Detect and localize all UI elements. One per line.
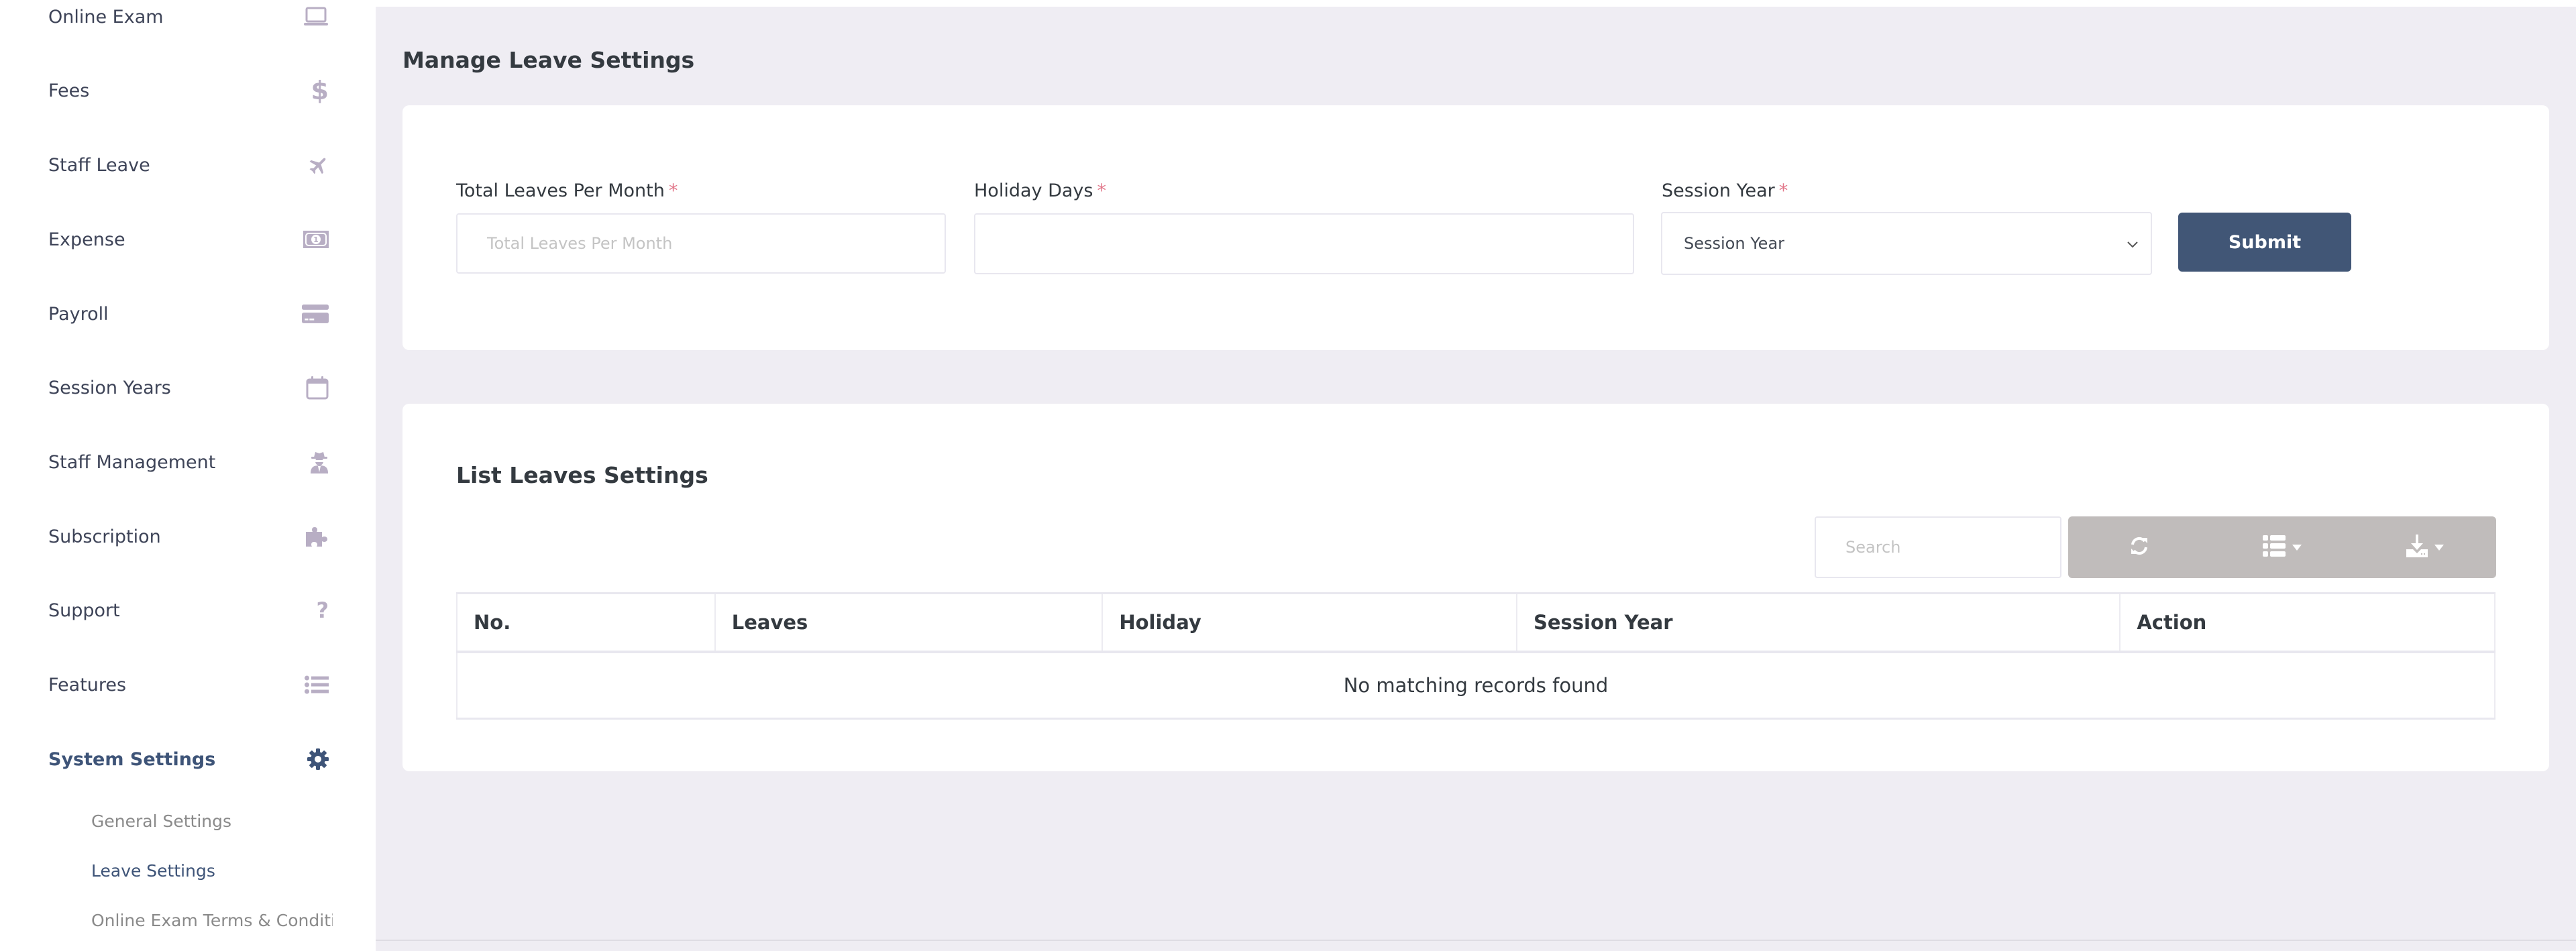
holiday-days-label: Holiday Days * (974, 180, 1106, 201)
column-header-leaves[interactable]: Leaves (714, 592, 1104, 653)
sidebar-item-fees[interactable]: Fees $ (48, 70, 329, 111)
sidebar-item-features[interactable]: Features (48, 665, 329, 705)
list-icon (302, 671, 329, 698)
user-secret-icon (302, 449, 329, 475)
total-leaves-input[interactable] (456, 213, 946, 274)
question-icon: ? (316, 598, 329, 623)
column-header-holiday[interactable]: Holiday (1102, 592, 1517, 653)
table-row: No matching records found (456, 651, 2496, 720)
svg-text:1: 1 (313, 235, 319, 244)
leave-settings-table: No. Leaves Holiday Session Year Action N… (456, 592, 2496, 720)
required-marker: * (1097, 180, 1106, 201)
sidebar-item-online-exam[interactable]: Online Exam (48, 0, 329, 37)
export-button[interactable] (2353, 516, 2496, 578)
required-marker: * (668, 180, 678, 201)
columns-list-icon (2263, 535, 2286, 559)
credit-card-icon (302, 300, 329, 327)
session-year-selected-value: Session Year (1684, 234, 1785, 253)
total-leaves-label-text: Total Leaves Per Month (456, 180, 665, 201)
sidebar-item-label: Payroll (48, 303, 109, 325)
sidebar-subitem-online-exam-terms[interactable]: Online Exam Terms & Conditic (91, 903, 333, 937)
plane-icon (302, 152, 329, 178)
puzzle-icon (302, 523, 329, 550)
empty-table-message: No matching records found (456, 651, 2496, 720)
caret-down-icon (2434, 544, 2444, 551)
download-icon (2406, 535, 2428, 560)
sidebar-item-label: Online Exam (48, 6, 164, 27)
sidebar-item-label: Features (48, 674, 127, 695)
sidebar-item-label: Staff Management (48, 451, 216, 473)
columns-toggle-button[interactable] (2211, 516, 2354, 578)
sidebar-item-staff-management[interactable]: Staff Management (48, 442, 329, 482)
sidebar-subitem-leave-settings[interactable]: Leave Settings (91, 854, 333, 887)
list-title: List Leaves Settings (456, 462, 708, 488)
laptop-icon (302, 3, 329, 30)
gear-icon (302, 746, 329, 773)
required-marker: * (1778, 180, 1788, 201)
chevron-down-icon (2127, 234, 2139, 253)
sidebar-item-subscription[interactable]: Subscription (48, 516, 329, 557)
refresh-icon (2129, 535, 2149, 559)
leave-settings-list-card: List Leaves Settings Search No. Leaves H… (402, 404, 2549, 771)
column-header-no[interactable]: No. (456, 592, 716, 653)
caret-down-icon (2292, 544, 2302, 551)
search-input[interactable] (1815, 516, 2061, 578)
sidebar-item-label: Fees (48, 80, 90, 101)
sidebar-item-expense[interactable]: Expense 1 (48, 219, 329, 260)
session-year-label: Session Year * (1662, 180, 1788, 201)
sidebar-item-label: System Settings (48, 748, 216, 770)
sidebar-item-support[interactable]: Support ? (48, 590, 329, 630)
refresh-button[interactable] (2068, 516, 2211, 578)
column-header-action[interactable]: Action (2119, 592, 2496, 653)
table-toolbar (2068, 516, 2496, 578)
sidebar-subitem-general-settings[interactable]: General Settings (91, 804, 333, 838)
footer-divider (376, 940, 2576, 941)
sidebar: Online Exam Fees $ Staff Leave Expense 1… (0, 0, 376, 951)
sidebar-item-payroll[interactable]: Payroll (48, 294, 329, 334)
dollar-icon: $ (311, 76, 329, 105)
leave-settings-form-card: Total Leaves Per Month* Holiday Days* Se… (402, 105, 2549, 350)
holiday-days-label-text: Holiday Days (974, 180, 1093, 201)
sidebar-item-label: Expense (48, 229, 125, 250)
holiday-days-input[interactable] (974, 213, 1634, 274)
total-leaves-label: Total Leaves Per Month * (456, 180, 678, 201)
sidebar-item-label: Session Years (48, 377, 171, 398)
page-title: Manage Leave Settings (402, 47, 695, 73)
table-header-row: No. Leaves Holiday Session Year Action (456, 592, 2496, 653)
submit-button[interactable]: Submit (2178, 213, 2351, 272)
main-content: Manage Leave Settings Total Leaves Per M… (376, 7, 2576, 951)
sidebar-item-system-settings[interactable]: System Settings (48, 739, 329, 779)
sidebar-item-session-years[interactable]: Session Years (48, 368, 329, 408)
session-year-select[interactable]: Session Year (1661, 212, 2152, 275)
session-year-label-text: Session Year (1662, 180, 1775, 201)
calendar-icon (302, 374, 329, 401)
money-bill-icon: 1 (302, 226, 329, 253)
sidebar-item-staff-leave[interactable]: Staff Leave (48, 145, 329, 185)
column-header-session-year[interactable]: Session Year (1515, 592, 2121, 653)
sidebar-item-label: Subscription (48, 526, 161, 547)
sidebar-item-label: Staff Leave (48, 154, 150, 176)
sidebar-item-label: Support (48, 600, 120, 621)
